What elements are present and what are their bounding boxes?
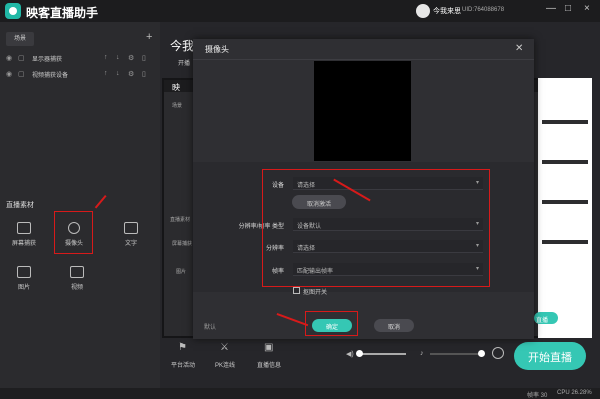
material-screen-capture[interactable]: 屏幕捕获 [3,214,45,256]
source-label: 视频捕获设备 [32,73,69,79]
move-down-icon[interactable]: ↓ [116,54,120,61]
source-row[interactable]: ◉ ▢ 视频捕获设备 ↑ ↓ ⚙ ▯ [0,66,160,82]
move-down-icon[interactable]: ↓ [116,70,120,77]
nested-materials: 直播素材 [170,217,191,223]
app-title: 映客直播助手 [26,6,99,20]
material-video[interactable]: 视频 [56,258,98,300]
delete-icon[interactable]: ▯ [142,70,146,78]
strip-item [542,120,588,124]
user-name[interactable]: 今我来思 [433,6,461,16]
chroma-key-label: 抠图开关 [303,290,328,296]
add-scene-button[interactable]: + [146,31,152,43]
close-window-button[interactable]: × [584,3,590,14]
volume-slider[interactable] [358,353,406,355]
eye-icon[interactable]: ◉ [6,54,12,62]
mic-knob[interactable] [478,350,485,357]
mic-icon[interactable]: ♪ [420,350,424,357]
chroma-key-checkbox[interactable] [293,287,300,294]
tab-open-live[interactable]: 开播 [178,58,190,67]
nested-right-strip [538,78,592,338]
source-label: 显示器捕获 [32,57,63,63]
stream-title: 今我 [170,39,195,53]
image-icon [17,266,31,278]
material-label: 文字 [124,241,137,247]
camera-highlight-box [54,211,93,254]
strip-item [542,200,588,204]
flag-icon: ⚑ [178,342,187,353]
avatar[interactable] [416,4,430,18]
source-row[interactable]: ◉ ▢ 显示器捕获 ↑ ↓ ⚙ ▯ [0,50,160,66]
text-icon [124,222,138,234]
material-label: 屏幕捕获 [11,241,36,247]
camera-preview [314,61,411,161]
dialog-title: 摄像头 [205,45,229,54]
status-bar [0,388,600,399]
material-text[interactable]: 文字 [110,214,152,256]
move-up-icon[interactable]: ↑ [104,54,108,61]
material-image[interactable]: 图片 [3,258,45,300]
app-logo-icon [5,3,21,19]
nested-scene-tab: 场景 [172,103,183,109]
pk-icon: ⚔ [220,342,229,353]
cancel-label: 取消 [387,325,400,331]
gear-icon[interactable] [492,347,504,359]
settings-icon[interactable]: ⚙ [128,70,134,78]
form-highlight-box [262,169,490,287]
fps-readout: 帧率 30 [527,393,548,399]
materials-title: 直播素材 [6,202,34,209]
tool-label: 平台活动 [170,363,195,369]
tool-pk[interactable]: ⚔ PK连线 [206,340,244,372]
tool-label: 直播信息 [256,363,281,369]
lock-icon[interactable]: ▢ [18,70,25,78]
tool-platform-activity[interactable]: ⚑ 平台活动 [164,340,202,372]
nested-title: 映 [172,83,180,92]
go-live-label: 开始直播 [528,352,572,364]
move-up-icon[interactable]: ↑ [104,70,108,77]
tool-live-info[interactable]: ▣ 直播信息 [250,340,288,372]
material-label: 视频 [70,285,83,291]
eye-icon[interactable]: ◉ [6,70,12,78]
nested-go-live-label: 直播 [536,318,549,324]
cpu-readout: CPU 26.28% [557,390,592,396]
strip-item [542,240,588,244]
ok-highlight-box [305,311,358,336]
screen-icon [17,222,31,234]
mic-slider[interactable] [430,353,480,355]
tab-scene[interactable]: 场景 [6,32,34,46]
minimize-button[interactable]: — [546,3,556,14]
delete-icon[interactable]: ▯ [142,54,146,62]
maximize-button[interactable]: □ [565,3,571,14]
info-icon: ▣ [264,342,274,353]
volume-knob[interactable] [356,350,363,357]
tool-label: PK连线 [214,363,235,369]
material-label: 图片 [17,285,30,291]
default-button[interactable]: 默认 [204,322,216,331]
video-icon [70,266,84,278]
nested-material-1: 屏幕捕获 [172,241,193,247]
settings-icon[interactable]: ⚙ [128,54,134,62]
nested-material-2: 图片 [176,269,187,275]
strip-item [542,160,588,164]
dialog-header [193,39,534,60]
lock-icon[interactable]: ▢ [18,54,25,62]
close-icon[interactable]: ✕ [515,43,523,54]
user-uid: UID:764088678 [462,7,505,13]
speaker-icon[interactable]: ◀) [346,350,354,358]
